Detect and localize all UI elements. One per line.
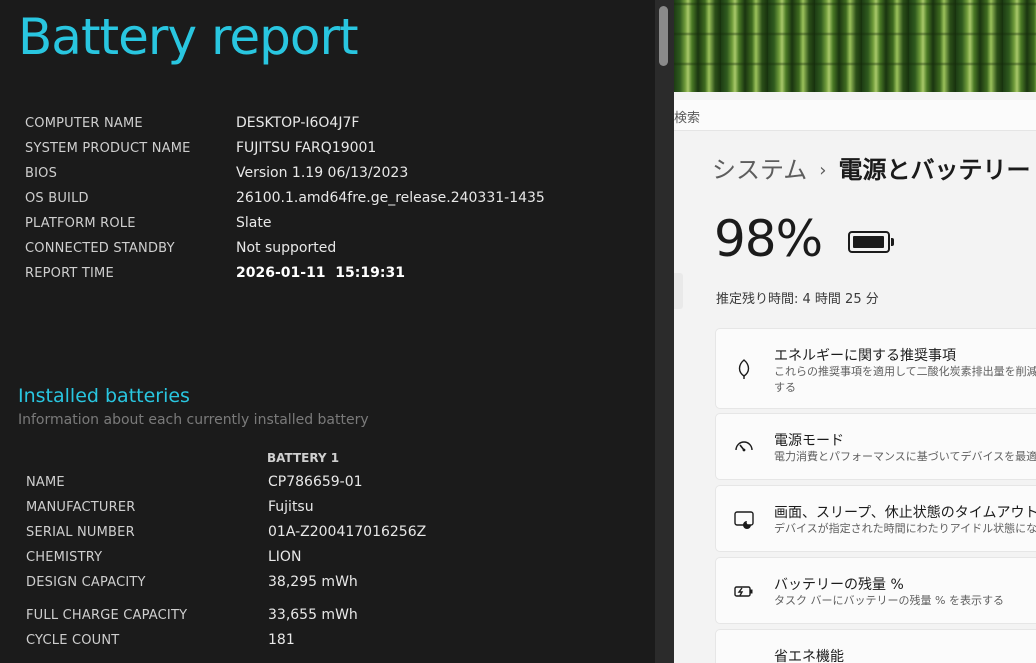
system-label: SYSTEM PRODUCT NAME [25,141,191,156]
settings-search-box[interactable]: 検索 [674,100,1036,131]
breadcrumb: システム › 電源とバッテリー [712,150,1030,185]
computer-name-value: DESKTOP-I6O4J7F [236,115,360,131]
system-label: BIOS [25,166,58,181]
design-capacity-value: 38,295 mWh [268,574,358,590]
system-label: COMPUTER NAME [25,116,143,131]
battery-charging-icon [734,585,753,597]
energy-recommendations-card[interactable]: エネルギーに関する推奨事項 これらの推奨事項を適用して二酸化炭素排出量を削減する [715,328,1036,409]
bios-value: Version 1.19 06/13/2023 [236,165,409,181]
chemistry-value: LION [268,549,302,565]
full-charge-capacity-value: 33,655 mWh [268,607,358,623]
system-label: CONNECTED STANDBY [25,241,175,256]
breadcrumb-separator-icon: › [819,160,827,181]
card-title: 省エネ機能 [774,649,844,663]
battery-report-page: Battery report COMPUTER NAME DESKTOP-I6O… [0,0,655,663]
energy-saver-card[interactable]: 省エネ機能 [715,629,1036,663]
card-description: デバイスが指定された時間にわたりアイドル状態になった後 [774,522,1036,535]
battery-column-header: BATTERY 1 [267,451,340,465]
battery-label: CHEMISTRY [26,550,103,565]
card-description: これらの推奨事項を適用して二酸化炭素排出量を削減する [774,365,1036,394]
system-product-name-value: FUJITSU FARQ19001 [236,140,377,156]
battery-label: DESIGN CAPACITY [26,575,146,590]
os-build-value: 26100.1.amd64fre.ge_release.240331-1435 [236,190,545,206]
manufacturer-value: Fujitsu [268,499,314,515]
battery-label: MANUFACTURER [26,500,136,515]
report-time-value: 2026-01-11 15:19:31 [236,265,405,281]
platform-role-value: Slate [236,215,272,231]
system-label: REPORT TIME [25,266,114,281]
battery-label: NAME [26,475,65,490]
bamboo-wallpaper [674,0,1036,92]
battery-name-value: CP786659-01 [268,474,363,490]
connected-standby-value: Not supported [236,240,337,256]
card-description: タスク バーにバッテリーの残量 % を表示する [774,594,1004,607]
system-label: PLATFORM ROLE [25,216,136,231]
battery-icon [848,231,894,253]
battery-percentage-card[interactable]: バッテリーの残量 % タスク バーにバッテリーの残量 % を表示する [715,557,1036,624]
search-placeholder: 検索 [674,111,701,126]
breadcrumb-system-link[interactable]: システム [712,156,807,184]
serial-number-value: 01A-Z200417016256Z [268,524,427,540]
card-title: バッテリーの残量 % [774,577,904,593]
report-title: Battery report [18,8,359,66]
estimated-time-remaining: 推定残り時間: 4 時間 25 分 [716,292,879,307]
battery-label: SERIAL NUMBER [26,525,135,540]
leaf-icon [738,358,750,379]
nav-pane-edge [674,273,683,309]
installed-batteries-subtitle: Information about each currently install… [18,412,369,428]
cycle-count-value: 181 [268,632,295,648]
scrollbar-thumb[interactable] [659,6,668,66]
system-label: OS BUILD [25,191,89,206]
card-title: 画面、スリープ、休止状態のタイムアウト [774,505,1036,521]
card-title: エネルギーに関する推奨事項 [774,348,956,364]
power-mode-card[interactable]: 電源モード 電力消費とパフォーマンスに基づいてデバイスを最適化 [715,413,1036,480]
page-title: 電源とバッテリー [838,156,1031,184]
installed-batteries-heading: Installed batteries [18,385,190,407]
power-mode-gauge-icon [735,440,753,451]
screen-sleep-icon [734,510,754,529]
battery-percentage: 98% [714,210,823,268]
battery-label: CYCLE COUNT [26,633,120,648]
screen-sleep-timeout-card[interactable]: 画面、スリープ、休止状態のタイムアウト デバイスが指定された時間にわたりアイドル… [715,485,1036,552]
card-description: 電力消費とパフォーマンスに基づいてデバイスを最適化 [774,450,1036,463]
report-scrollbar[interactable] [655,0,674,663]
settings-window: 検索 システム › 電源とバッテリー 98% 推定残り時間: 4 時間 25 分 エ… [674,0,1036,663]
card-title: 電源モード [774,433,844,449]
battery-label: FULL CHARGE CAPACITY [26,608,188,623]
